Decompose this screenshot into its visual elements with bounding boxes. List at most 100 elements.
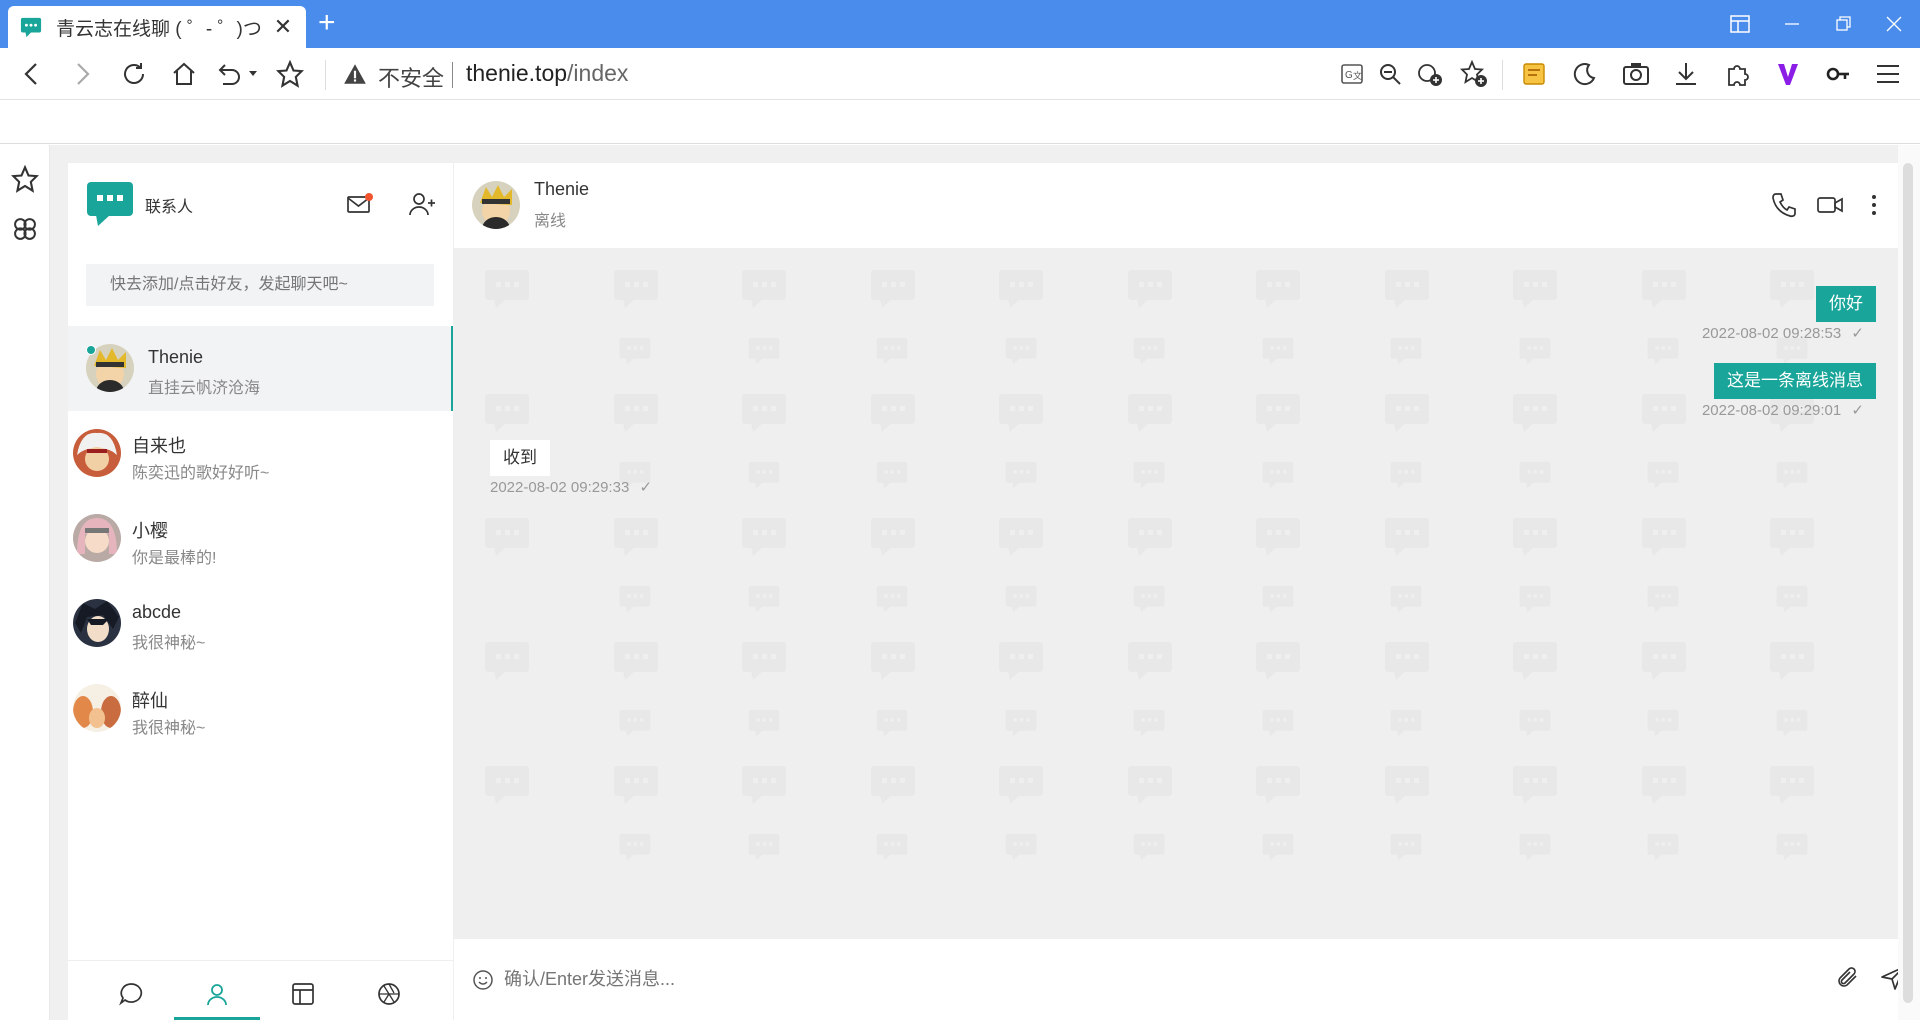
close-window-icon[interactable] [1868, 0, 1920, 48]
video-icon[interactable] [1816, 191, 1844, 219]
contacts-icon[interactable] [204, 981, 230, 1007]
extensions-icon[interactable] [1722, 58, 1754, 90]
forward-icon[interactable] [66, 58, 98, 90]
close-tab-icon[interactable]: ✕ [272, 14, 294, 40]
add-friend-icon[interactable] [408, 191, 436, 217]
collection-add-icon[interactable] [1414, 58, 1446, 90]
watermark-logo-icon [747, 833, 779, 861]
watermark-logo-icon [1512, 393, 1558, 433]
app-logo-icon [87, 182, 133, 226]
contact-item-abcde[interactable]: abcde 我很神秘~ [68, 581, 453, 666]
v-extension-icon[interactable] [1772, 58, 1804, 90]
watermark-logo-icon [1127, 393, 1173, 433]
notes-extension-icon[interactable] [1518, 58, 1550, 90]
contacts-search-input[interactable] [86, 264, 434, 306]
browser-sidebar [0, 145, 50, 1020]
reload-icon[interactable] [118, 58, 150, 90]
restore-icon[interactable] [1818, 0, 1870, 48]
avatar [73, 429, 121, 477]
watermark-logo-icon [870, 765, 916, 805]
read-check-icon: ✓ [1851, 402, 1864, 419]
watermark-logo-icon [741, 641, 787, 681]
translate-icon[interactable]: G文 [1336, 58, 1368, 90]
zoom-out-icon[interactable] [1374, 58, 1406, 90]
minimize-icon[interactable] [1766, 0, 1818, 48]
watermark-logo-icon [1261, 585, 1293, 613]
chat-app-favicon-icon [20, 17, 42, 38]
online-indicator [86, 345, 96, 355]
password-key-icon[interactable] [1822, 58, 1854, 90]
layout-icon[interactable] [290, 981, 316, 1007]
message-text: 你好 [1829, 294, 1863, 313]
menu-icon[interactable] [1872, 58, 1904, 90]
contact-name: abcde [132, 602, 182, 622]
watermark-logo-icon [1390, 833, 1422, 861]
watermark-logo-icon [741, 269, 787, 309]
watermark-logo-icon [1384, 269, 1430, 309]
message-input[interactable] [504, 961, 1704, 997]
emoji-icon[interactable] [472, 969, 494, 991]
contacts-header: 联系人 [68, 163, 453, 245]
contact-last-message: 我很神秘~ [132, 720, 206, 737]
favorites-star-icon[interactable] [11, 165, 39, 193]
watermark-logo-icon [1255, 765, 1301, 805]
message-composer [454, 939, 1905, 1020]
watermark-logo-icon [1390, 337, 1422, 365]
chat-header: Thenie 离线 [454, 163, 1900, 249]
message-timestamp: 2022-08-02 09:29:33 ✓ [490, 478, 652, 496]
phone-icon[interactable] [1770, 191, 1798, 219]
back-icon[interactable] [16, 58, 48, 90]
message-timestamp: 2022-08-02 09:29:01 ✓ [1702, 401, 1864, 419]
watermark-logo-icon [484, 393, 530, 433]
watermark-logo-icon [876, 585, 908, 613]
bookmark-star-icon[interactable] [274, 58, 306, 90]
watermark-logo-icon [1384, 641, 1430, 681]
address-separator [452, 62, 453, 88]
browser-tab[interactable]: 青云志在线聊 ( ゜- ゜)つ ✕ [8, 6, 306, 48]
chat-avatar[interactable] [472, 181, 520, 229]
undo-close-icon[interactable] [214, 58, 260, 90]
contact-name: Thenie [148, 347, 204, 367]
message-bubble-sent: 这是一条离线消息 [1714, 363, 1876, 399]
window-layout-icon[interactable] [1714, 0, 1766, 48]
address-bar[interactable]: thenie.top/index [466, 60, 628, 87]
aperture-icon[interactable] [376, 981, 402, 1007]
timestamp-text: 2022-08-02 09:28:53 [1701, 325, 1842, 342]
watermark-logo-icon [1261, 337, 1293, 365]
security-label[interactable]: 不安全 [378, 61, 444, 93]
download-icon[interactable] [1670, 58, 1702, 90]
message-area[interactable]: 你好 2022-08-02 09:28:53 ✓ 这是一条离线消息 2022-0… [454, 249, 1900, 939]
more-icon[interactable] [1860, 191, 1888, 219]
contacts-panel: 联系人 Thenie 直挂云帆济沧海 自来也 陈奕迅的歌好好听~ 小樱 你是最棒… [68, 163, 453, 1020]
chat-icon[interactable] [118, 981, 144, 1007]
mail-icon[interactable] [346, 191, 374, 217]
new-tab-icon[interactable]: + [318, 8, 336, 38]
watermark-logo-icon [484, 517, 530, 557]
warning-icon [344, 64, 366, 84]
watermark-logo-icon [1261, 709, 1293, 737]
contact-item-xiaoying[interactable]: 小樱 你是最棒的! [68, 496, 453, 581]
contact-item-thenie[interactable]: Thenie 直挂云帆济沧海 [68, 326, 453, 411]
favorite-add-icon[interactable] [1458, 58, 1490, 90]
timestamp-text: 2022-08-02 09:29:01 [1701, 402, 1842, 419]
screenshot-icon[interactable] [1620, 58, 1652, 90]
scrollbar-thumb[interactable] [1903, 163, 1913, 1003]
watermark-logo-icon [1518, 337, 1550, 365]
watermark-logo-icon [1518, 833, 1550, 861]
watermark-logo-icon [741, 765, 787, 805]
page-scrollbar[interactable] [1898, 145, 1920, 1020]
watermark-logo-icon [747, 585, 779, 613]
watermark-logo-icon [870, 641, 916, 681]
watermark-logo-icon [1641, 641, 1687, 681]
avatar [73, 514, 121, 562]
attachment-icon[interactable] [1836, 965, 1862, 991]
home-icon[interactable] [168, 58, 200, 90]
watermark-logo-icon [1512, 517, 1558, 557]
contact-item-zuixian[interactable]: 醉仙 我很神秘~ [68, 666, 453, 751]
contact-item-zilaiye[interactable]: 自来也 陈奕迅的歌好好听~ [68, 411, 453, 496]
watermark-logo-icon [1518, 461, 1550, 489]
message-timestamp: 2022-08-02 09:28:53 ✓ [1702, 324, 1864, 342]
watermark-logo-icon [1384, 517, 1430, 557]
dark-mode-icon[interactable] [1568, 58, 1600, 90]
sidebar-apps-icon[interactable] [11, 215, 39, 243]
